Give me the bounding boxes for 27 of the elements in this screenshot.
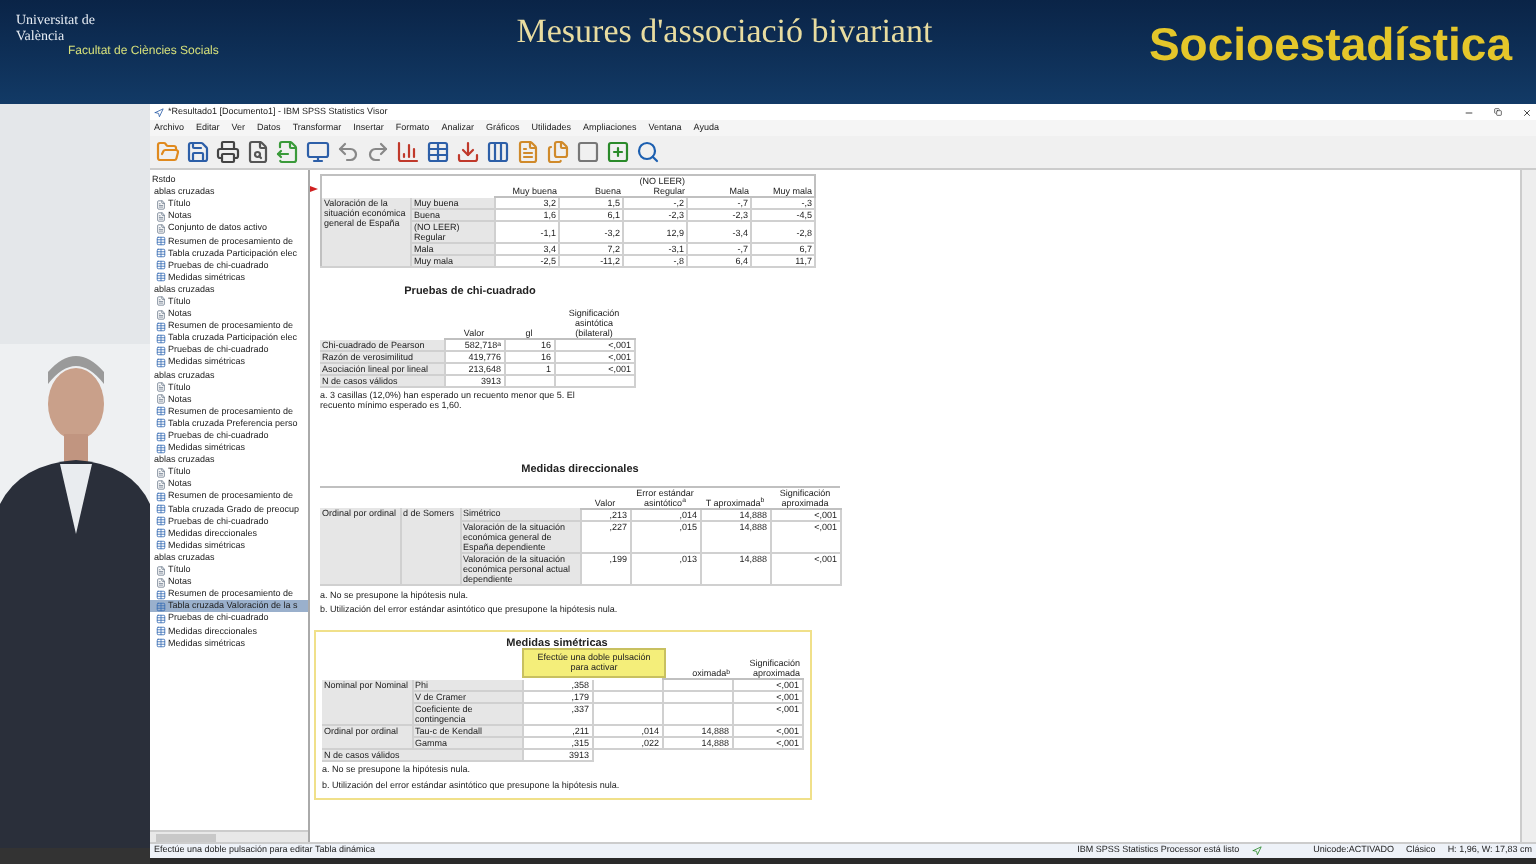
- pointer-arrow-icon: [310, 186, 318, 192]
- bar-chart-icon[interactable]: [396, 140, 420, 164]
- monitor-icon[interactable]: [306, 140, 330, 164]
- horizontal-scrollbar[interactable]: [150, 830, 308, 842]
- restore-icon[interactable]: [1494, 108, 1502, 116]
- course-title: Socioestadística: [1148, 16, 1515, 74]
- table-icon[interactable]: [426, 140, 450, 164]
- export-icon[interactable]: [276, 140, 300, 164]
- download-icon[interactable]: [456, 140, 480, 164]
- document-search-icon[interactable]: [246, 140, 270, 164]
- redo-icon[interactable]: [366, 140, 390, 164]
- lecture-title: Mesures d'associació bivariant: [516, 10, 933, 54]
- columns-icon[interactable]: [486, 140, 510, 164]
- printer-icon[interactable]: [216, 140, 240, 164]
- folder-icon[interactable]: [156, 140, 180, 164]
- undo-icon[interactable]: [336, 140, 360, 164]
- minimize-icon[interactable]: [1464, 107, 1474, 117]
- documents-icon[interactable]: [546, 140, 570, 164]
- document-icon[interactable]: [516, 140, 540, 164]
- search-icon[interactable]: [636, 140, 660, 164]
- plus-square-icon[interactable]: [606, 140, 630, 164]
- square-icon[interactable]: [576, 140, 600, 164]
- vertical-scrollbar[interactable]: [1520, 170, 1536, 842]
- arrow-icon: [1251, 846, 1262, 856]
- save-icon[interactable]: [186, 140, 210, 164]
- app-icon: [154, 107, 164, 117]
- activated-table-frame[interactable]: [314, 629, 811, 800]
